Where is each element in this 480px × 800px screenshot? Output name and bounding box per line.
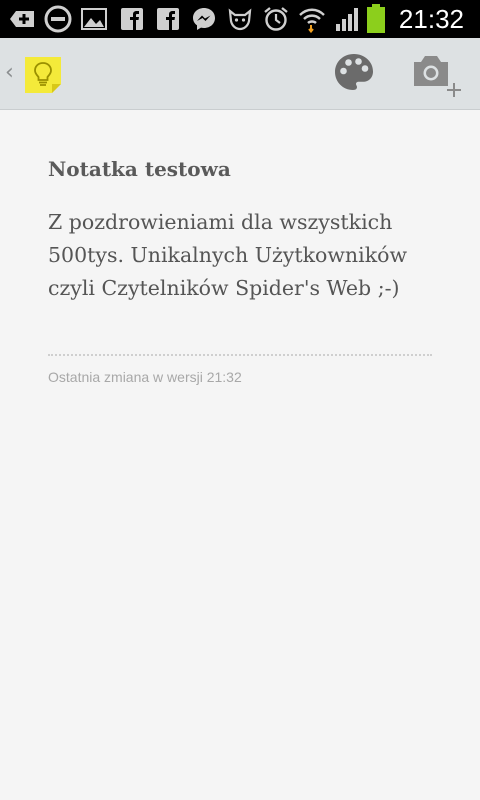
alarm-icon: [262, 5, 290, 33]
clock: 21:32: [398, 4, 464, 34]
add-photo-button[interactable]: [408, 50, 468, 102]
wifi-icon: [298, 5, 326, 33]
signal-icon: [334, 5, 362, 33]
last-edit-label: Ostatnia zmiana w wersji 21:32: [48, 369, 242, 385]
add-icon: [8, 5, 36, 33]
image-icon: [80, 5, 108, 33]
battery-icon: [364, 4, 388, 33]
do-not-disturb-icon: [44, 5, 72, 33]
palette-button[interactable]: [330, 52, 378, 96]
action-bar: ‹: [0, 38, 480, 110]
divider: [48, 354, 432, 356]
messenger-icon: [190, 5, 218, 33]
status-bar: 21:32: [0, 0, 480, 38]
up-chevron-icon[interactable]: ‹: [5, 60, 14, 86]
cat-icon: [226, 5, 254, 33]
note-title[interactable]: Notatka testowa: [48, 154, 432, 184]
palette-icon: [333, 52, 375, 96]
lightbulb-note-icon[interactable]: [22, 54, 64, 96]
add-photo-icon: [408, 56, 468, 106]
facebook-icon: [118, 5, 146, 33]
note-body[interactable]: Z pozdrowieniami dla wszystkich 500tys. …: [48, 206, 448, 305]
facebook-icon: [154, 5, 182, 33]
